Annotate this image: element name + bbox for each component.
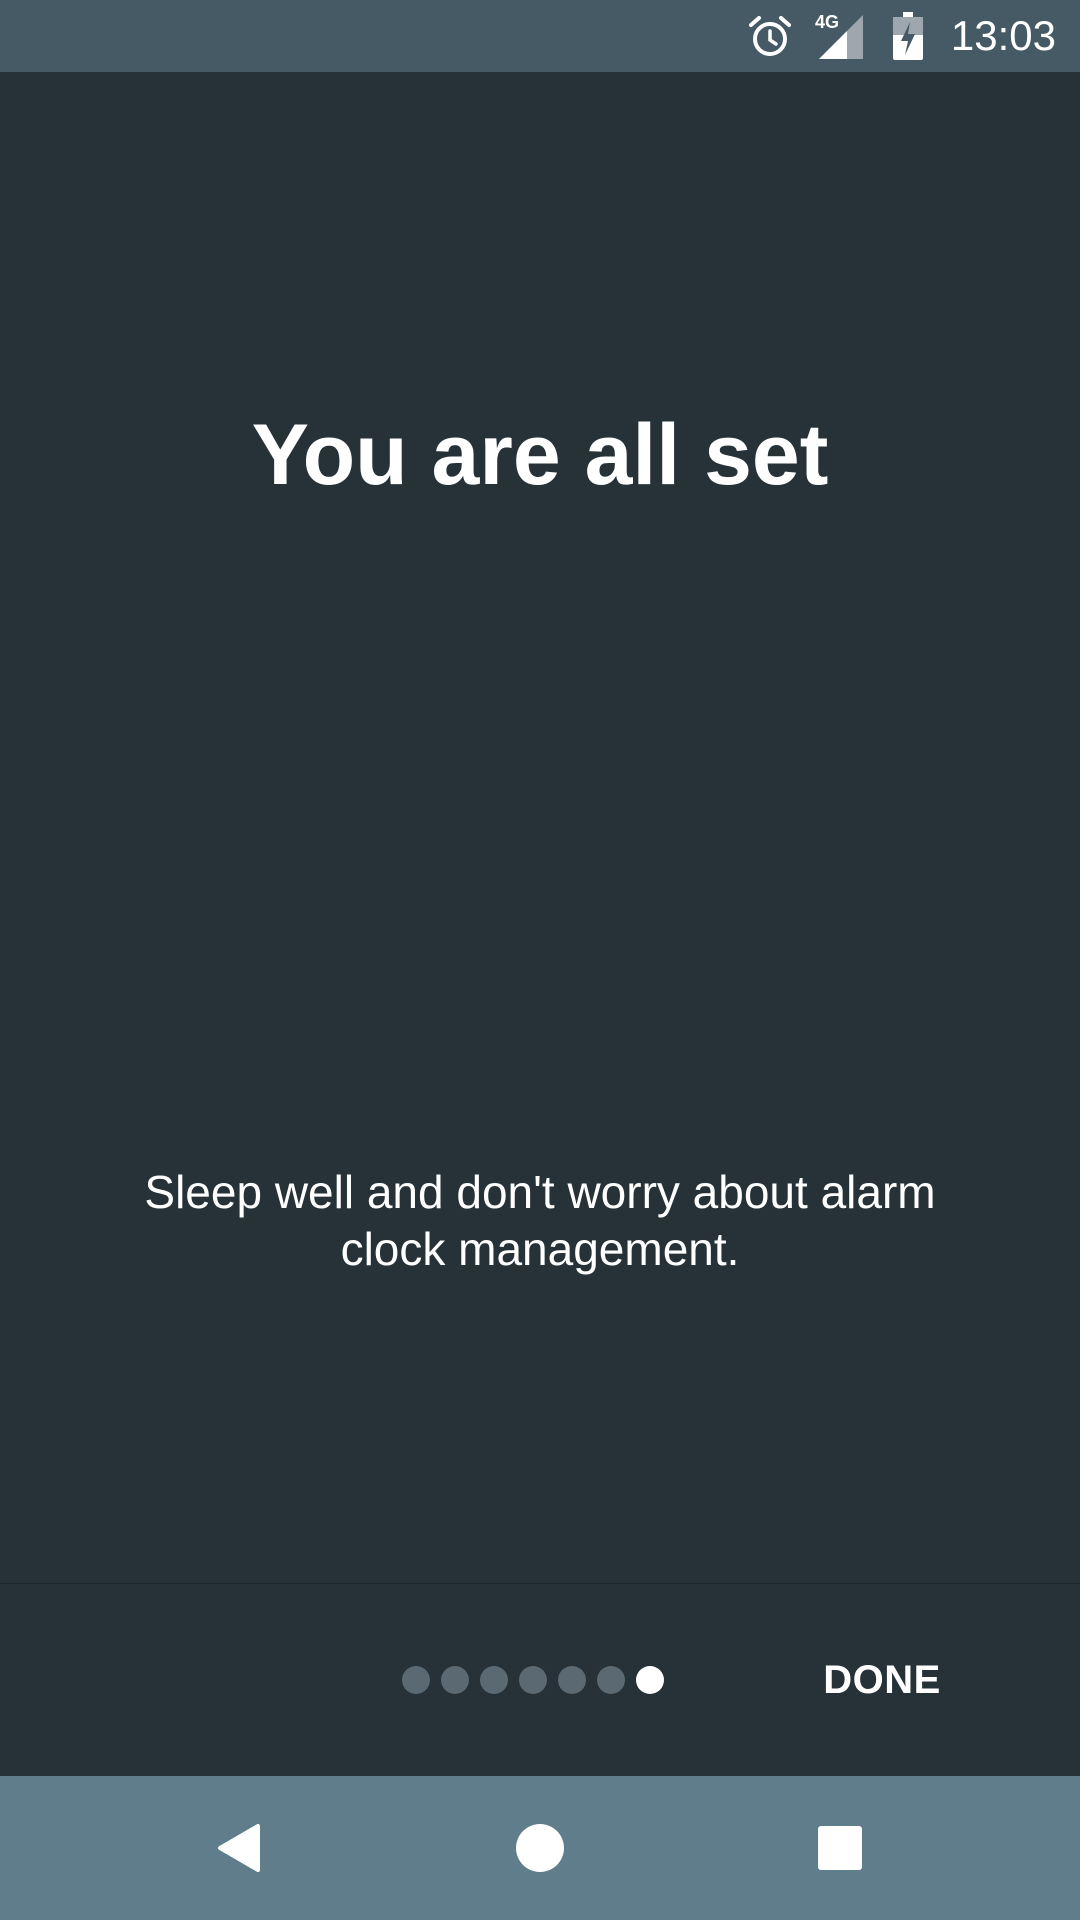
recents-button[interactable] bbox=[768, 1776, 912, 1920]
navigation-bar bbox=[0, 1776, 1080, 1920]
page-title: You are all set bbox=[251, 407, 829, 503]
back-icon bbox=[218, 1824, 260, 1872]
page-dot bbox=[519, 1666, 547, 1694]
footer-divider bbox=[0, 1583, 1080, 1584]
page-indicator bbox=[402, 1666, 664, 1694]
status-bar: 4G 13:03 bbox=[0, 0, 1080, 72]
page-description: Sleep well and don't worry about alarm c… bbox=[144, 1166, 936, 1275]
recents-icon bbox=[818, 1826, 862, 1870]
page-dot bbox=[558, 1666, 586, 1694]
network-type-label: 4G bbox=[815, 12, 839, 32]
battery-charging-icon bbox=[892, 12, 923, 60]
onboarding-screen: 4G 13:03 You are all set Sleep well and … bbox=[0, 0, 1080, 1920]
page-dot bbox=[480, 1666, 508, 1694]
page-dot bbox=[441, 1666, 469, 1694]
alarm-icon bbox=[748, 16, 791, 56]
status-icons: 4G 13:03 bbox=[747, 0, 1056, 72]
done-button[interactable]: DONE bbox=[800, 1640, 964, 1720]
page-dot-active bbox=[636, 1666, 664, 1694]
home-button[interactable] bbox=[468, 1776, 612, 1920]
signal-icon: 4G bbox=[815, 12, 863, 59]
page-dot bbox=[597, 1666, 625, 1694]
home-icon bbox=[516, 1824, 564, 1872]
back-button[interactable] bbox=[168, 1776, 312, 1920]
page-dot bbox=[402, 1666, 430, 1694]
status-time: 13:03 bbox=[950, 12, 1056, 59]
